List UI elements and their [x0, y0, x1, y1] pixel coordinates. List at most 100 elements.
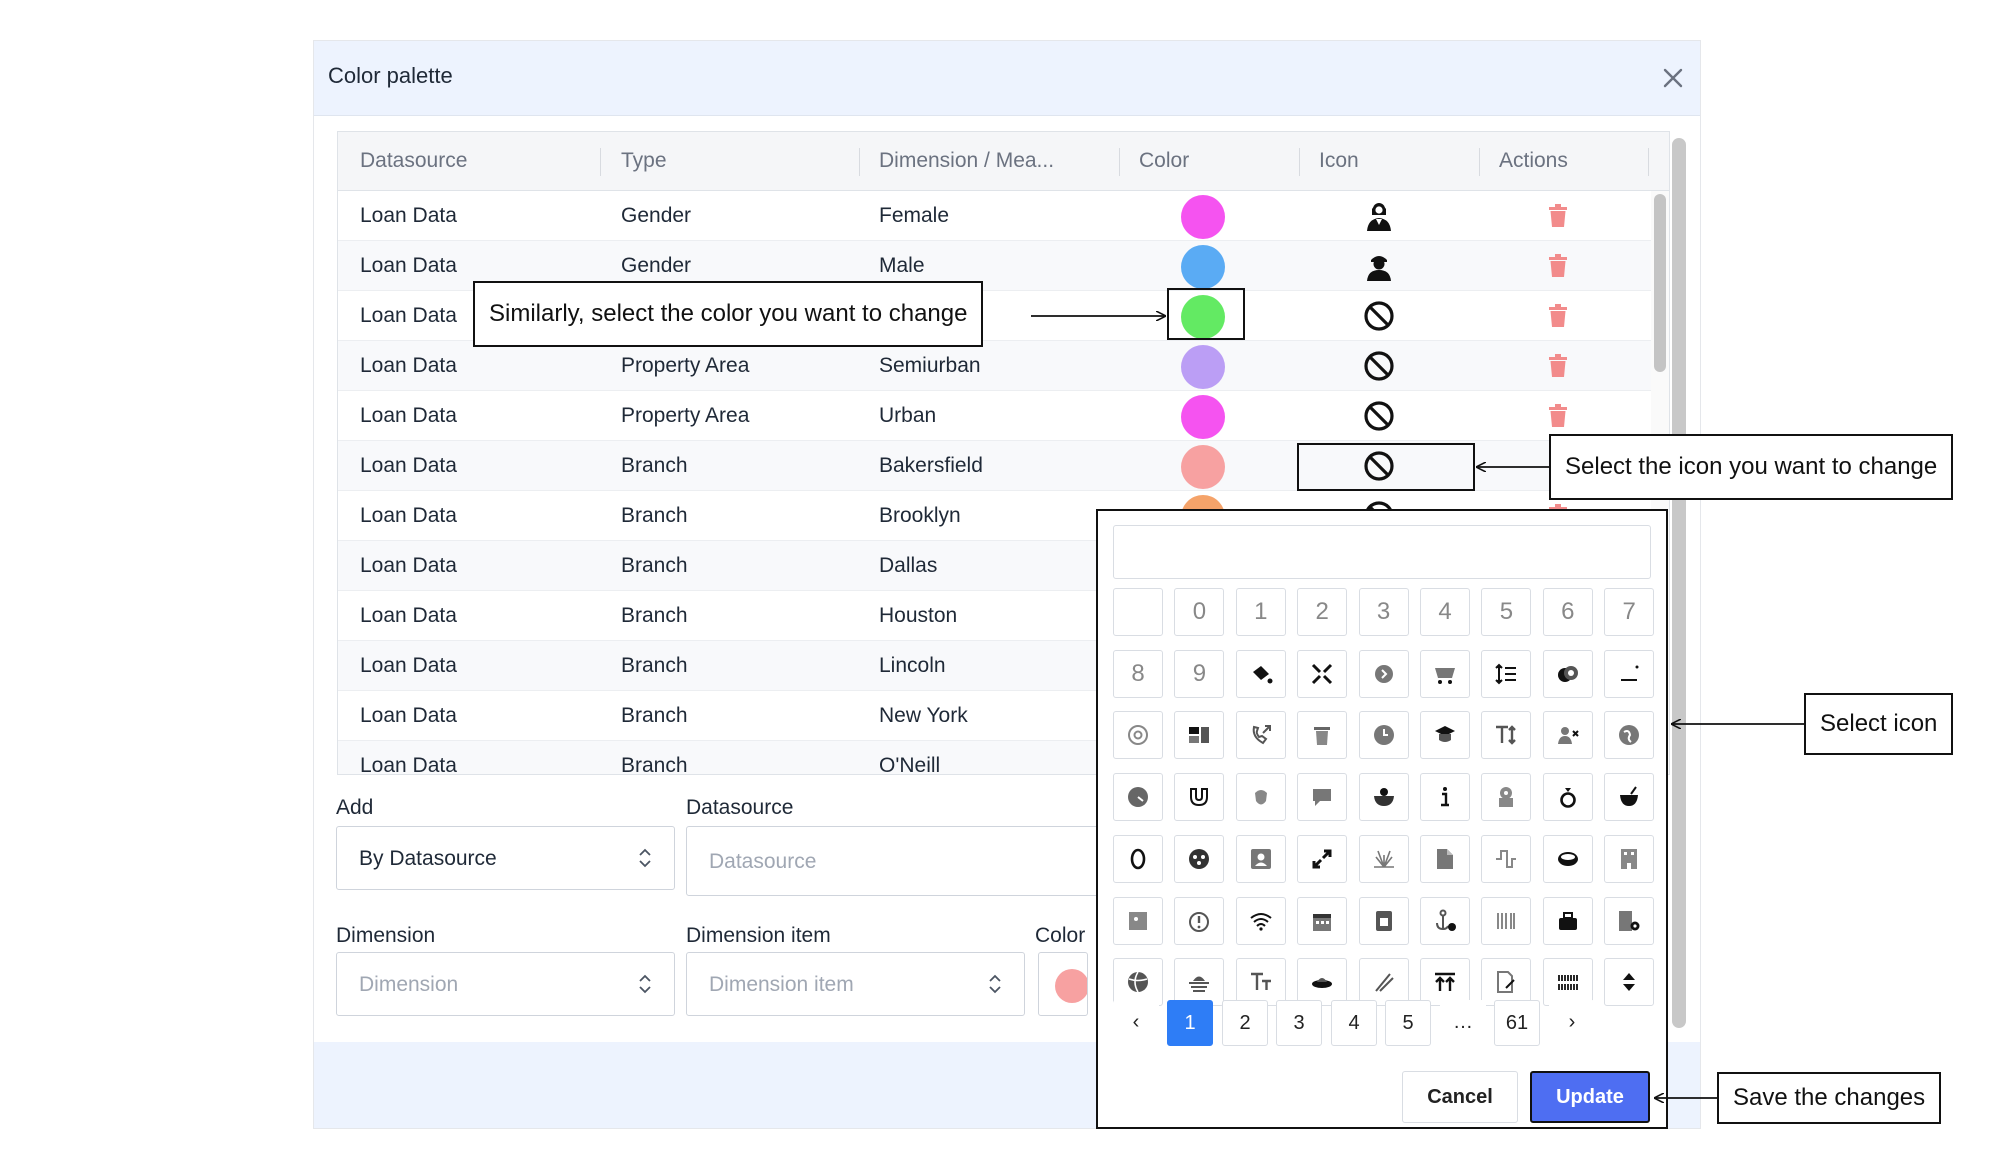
ufo-icon[interactable] [1297, 958, 1348, 1007]
dial-icon[interactable] [1113, 773, 1163, 822]
clock-icon[interactable] [1358, 711, 1409, 760]
acorn-icon[interactable] [1235, 773, 1286, 822]
globe-icon[interactable] [1604, 711, 1655, 760]
table-row[interactable]: Loan Data Gender Female [338, 191, 1651, 241]
no-icon[interactable] [1363, 300, 1395, 332]
compress-arrows-icon[interactable] [1297, 649, 1348, 698]
text-size-icon[interactable] [1235, 958, 1286, 1007]
toggle-icon[interactable] [1174, 711, 1225, 760]
sim-card-icon[interactable] [1358, 896, 1409, 945]
burst-icon[interactable] [1358, 834, 1409, 883]
dimension-item-select[interactable]: Dimension item [686, 952, 1025, 1016]
icon-option-digit[interactable]: 8 [1113, 649, 1163, 698]
no-icon[interactable] [1363, 350, 1395, 382]
icon-option-digit[interactable]: 3 [1358, 588, 1409, 636]
table-scrollbar-thumb[interactable] [1654, 194, 1666, 372]
info-icon[interactable] [1420, 773, 1470, 822]
page-button-4[interactable]: 4 [1331, 1000, 1377, 1046]
icon-search-input[interactable] [1113, 525, 1651, 579]
ring-icon[interactable] [1542, 773, 1593, 822]
toolbox-icon[interactable] [1542, 896, 1593, 945]
datasource-input[interactable]: Datasource [686, 826, 1106, 896]
comment-icon[interactable] [1297, 773, 1348, 822]
portrait-icon[interactable] [1235, 834, 1286, 883]
document-icon[interactable] [1420, 834, 1470, 883]
prev-page-button[interactable]: ‹ [1113, 1000, 1159, 1046]
barcode-grid-icon[interactable] [1542, 958, 1593, 1007]
square-dot-icon[interactable] [1113, 896, 1163, 945]
alert-bell-icon[interactable] [1174, 896, 1225, 945]
column-header-datasource[interactable]: Datasource [360, 149, 467, 173]
dialog-scrollbar-thumb[interactable] [1672, 138, 1686, 1028]
expand-arrows-icon[interactable] [1297, 834, 1348, 883]
column-header-icon[interactable]: Icon [1319, 149, 1359, 173]
no-icon[interactable] [1363, 400, 1395, 432]
column-header-dimension[interactable]: Dimension / Mea... [879, 149, 1054, 173]
file-signature-icon[interactable] [1481, 958, 1532, 1007]
male-icon[interactable] [1363, 250, 1395, 282]
page-button-2[interactable]: 2 [1222, 1000, 1268, 1046]
color-swatch[interactable] [1181, 345, 1225, 389]
chopsticks-icon[interactable] [1358, 958, 1409, 1007]
robot-icon[interactable] [1481, 773, 1532, 822]
dice-face-icon[interactable] [1174, 834, 1225, 883]
magnet-icon[interactable] [1174, 773, 1225, 822]
icon-option-digit[interactable]: 7 [1604, 588, 1655, 636]
building-gear-icon[interactable] [1604, 896, 1655, 945]
color-picker-button[interactable] [1038, 952, 1088, 1016]
column-header-color[interactable]: Color [1139, 149, 1189, 173]
update-button[interactable]: Update [1530, 1071, 1650, 1123]
table-row[interactable]: Loan Data Property Area Urban [338, 391, 1651, 441]
icon-option-digit[interactable]: 0 [1174, 588, 1225, 636]
building-icon[interactable] [1604, 834, 1655, 883]
circle-chevron-icon[interactable] [1358, 649, 1409, 698]
trash-icon[interactable] [1547, 404, 1569, 428]
cancel-button[interactable]: Cancel [1402, 1071, 1518, 1123]
icon-option-digit[interactable]: 4 [1420, 588, 1470, 636]
calendar-icon[interactable] [1297, 896, 1348, 945]
next-page-button[interactable]: › [1549, 1000, 1595, 1046]
paint-bucket-icon[interactable] [1235, 649, 1286, 698]
cauldron-icon[interactable] [1604, 773, 1655, 822]
line-height-icon[interactable] [1481, 649, 1532, 698]
column-header-type[interactable]: Type [621, 149, 667, 173]
mining-cart-icon[interactable] [1420, 649, 1470, 698]
icon-option-digit[interactable]: 1 [1235, 588, 1286, 636]
page-button-3[interactable]: 3 [1276, 1000, 1322, 1046]
trash-icon[interactable] [1547, 304, 1569, 328]
barcode-icon[interactable] [1481, 896, 1532, 945]
text-height-icon[interactable] [1481, 711, 1532, 760]
trash-icon[interactable] [1547, 254, 1569, 278]
color-swatch[interactable] [1181, 195, 1225, 239]
page-button-1[interactable]: 1 [1167, 1000, 1213, 1046]
page-button-5[interactable]: 5 [1385, 1000, 1431, 1046]
icon-option-digit[interactable]: 2 [1297, 588, 1348, 636]
color-swatch[interactable] [1181, 245, 1225, 289]
color-swatch[interactable] [1181, 395, 1225, 439]
icon-option-digit[interactable]: 6 [1542, 588, 1593, 636]
volleyball-icon[interactable] [1113, 958, 1163, 1007]
icon-option-digit[interactable]: 9 [1174, 649, 1225, 698]
icon-option-digit[interactable]: 5 [1481, 588, 1532, 636]
arrows-up-icon[interactable] [1420, 958, 1470, 1007]
phone-arrow-icon[interactable] [1235, 711, 1286, 760]
close-icon[interactable] [1656, 61, 1690, 95]
female-icon[interactable] [1363, 200, 1395, 232]
trash-icon[interactable] [1547, 354, 1569, 378]
mortarboard-icon[interactable] [1420, 711, 1470, 760]
trash-icon[interactable] [1297, 711, 1348, 760]
trash-icon[interactable] [1547, 204, 1569, 228]
oval-icon[interactable] [1542, 834, 1593, 883]
anchor-check-icon[interactable] [1420, 896, 1470, 945]
wifi-icon[interactable] [1235, 896, 1286, 945]
square-wave-icon[interactable] [1481, 834, 1532, 883]
sort-icon[interactable] [1604, 958, 1655, 1007]
zero-icon[interactable] [1113, 834, 1163, 883]
bowl-icon[interactable] [1358, 773, 1409, 822]
coins-icon[interactable] [1542, 649, 1593, 698]
at-sign-icon[interactable] [1113, 711, 1163, 760]
page-button-61[interactable]: 61 [1494, 1000, 1540, 1046]
icon-option-digit[interactable] [1113, 588, 1163, 636]
add-select[interactable]: By Datasource [336, 826, 675, 890]
sunset-icon[interactable] [1174, 958, 1225, 1007]
